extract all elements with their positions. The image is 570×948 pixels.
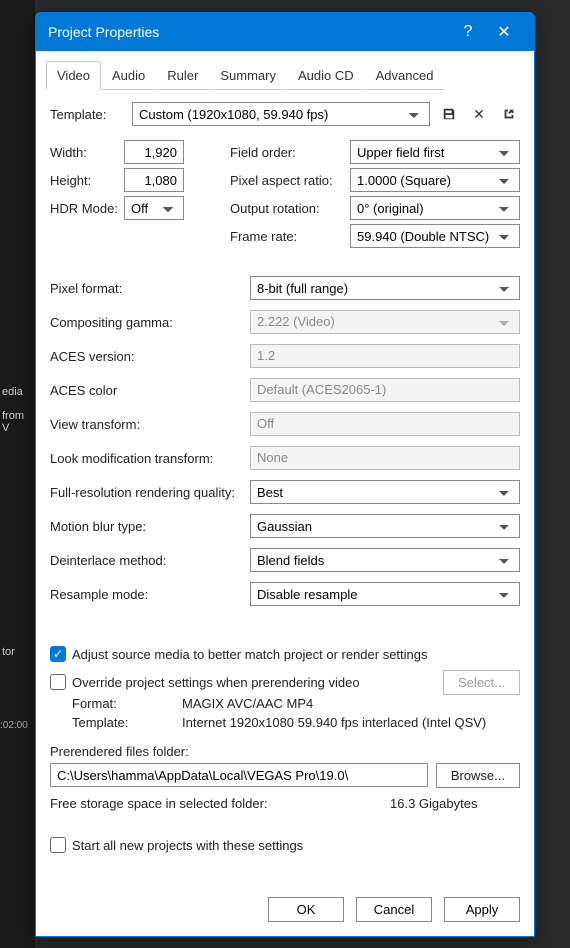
titlebar: Project Properties ? ✕ — [36, 13, 534, 51]
aces-color-label: ACES color — [50, 383, 250, 398]
tab-video[interactable]: Video — [46, 61, 101, 90]
apply-button[interactable]: Apply — [444, 897, 520, 922]
deinterlace-select[interactable]: Blend fields — [250, 548, 520, 572]
override-label: Override project settings when prerender… — [72, 675, 360, 690]
format-label: Format: — [72, 696, 182, 711]
prerender-folder-input[interactable] — [50, 763, 428, 787]
framerate-select[interactable]: 59.940 (Double NTSC) — [350, 224, 520, 248]
look-mod-label: Look modification transform: — [50, 451, 250, 466]
bg-text: from V — [0, 404, 35, 440]
select-button[interactable]: Select... — [443, 670, 520, 695]
free-space-value: 16.3 Gigabytes — [390, 796, 520, 811]
width-label: Width: — [50, 145, 124, 160]
template-select[interactable]: Custom (1920x1080, 59.940 fps) — [132, 102, 430, 126]
render-quality-label: Full-resolution rendering quality: — [50, 485, 250, 500]
height-label: Height: — [50, 173, 124, 188]
ok-button[interactable]: OK — [268, 897, 344, 922]
resample-select[interactable]: Disable resample — [250, 582, 520, 606]
field-order-select[interactable]: Upper field first — [350, 140, 520, 164]
match-media-icon[interactable] — [498, 103, 520, 125]
view-transform-label: View transform: — [50, 417, 250, 432]
dialog-title: Project Properties — [48, 24, 450, 40]
par-label: Pixel aspect ratio: — [230, 173, 350, 188]
deinterlace-label: Deinterlace method: — [50, 553, 250, 568]
prerender-template-value: Internet 1920x1080 59.940 fps interlaced… — [182, 715, 486, 730]
par-select[interactable]: 1.0000 (Square) — [350, 168, 520, 192]
render-quality-select[interactable]: Best — [250, 480, 520, 504]
project-properties-dialog: Project Properties ? ✕ Video Audio Ruler… — [35, 12, 535, 937]
view-transform-value: Off — [250, 412, 520, 436]
gamma-select: 2.222 (Video) — [250, 310, 520, 334]
help-button[interactable]: ? — [450, 23, 486, 41]
tab-audio-cd[interactable]: Audio CD — [287, 61, 365, 90]
format-value: MAGIX AVC/AAC MP4 — [182, 696, 313, 711]
field-order-label: Field order: — [230, 145, 350, 160]
aces-version-value: 1.2 — [250, 344, 520, 368]
resample-label: Resample mode: — [50, 587, 250, 602]
height-input[interactable] — [124, 168, 184, 192]
close-button[interactable]: ✕ — [486, 22, 522, 42]
framerate-label: Frame rate: — [230, 229, 350, 244]
dialog-body: Template: Custom (1920x1080, 59.940 fps)… — [36, 90, 534, 871]
browse-button[interactable]: Browse... — [436, 763, 520, 788]
start-all-checkbox[interactable] — [50, 837, 66, 853]
gamma-label: Compositing gamma: — [50, 315, 250, 330]
tab-strip: Video Audio Ruler Summary Audio CD Advan… — [36, 51, 534, 90]
free-space-label: Free storage space in selected folder: — [50, 796, 390, 811]
timeline-time: :02:00 — [0, 720, 28, 731]
save-template-icon[interactable] — [438, 103, 460, 125]
tab-ruler[interactable]: Ruler — [156, 61, 209, 90]
background-panel: edia from V tor — [0, 0, 35, 948]
override-checkbox[interactable] — [50, 674, 66, 690]
bg-text: edia — [0, 380, 35, 404]
pixel-format-select[interactable]: 8-bit (full range) — [250, 276, 520, 300]
prerender-folder-label: Prerendered files folder: — [50, 744, 520, 759]
rotation-select[interactable]: 0° (original) — [350, 196, 520, 220]
motion-blur-select[interactable]: Gaussian — [250, 514, 520, 538]
hdr-label: HDR Mode: — [50, 201, 124, 216]
motion-blur-label: Motion blur type: — [50, 519, 250, 534]
prerender-template-label: Template: — [72, 715, 182, 730]
rotation-label: Output rotation: — [230, 201, 350, 216]
tab-audio[interactable]: Audio — [101, 61, 156, 90]
start-all-label: Start all new projects with these settin… — [72, 838, 303, 853]
pixel-format-label: Pixel format: — [50, 281, 250, 296]
adjust-source-checkbox[interactable]: ✓ — [50, 646, 66, 662]
dialog-buttons: OK Cancel Apply — [36, 887, 534, 936]
adjust-source-label: Adjust source media to better match proj… — [72, 647, 428, 662]
template-label: Template: — [50, 107, 124, 122]
aces-version-label: ACES version: — [50, 349, 250, 364]
hdr-select[interactable]: Off — [124, 196, 184, 220]
look-mod-value: None — [250, 446, 520, 470]
bg-text: tor — [0, 640, 35, 664]
cancel-button[interactable]: Cancel — [356, 897, 432, 922]
tab-advanced[interactable]: Advanced — [365, 61, 445, 90]
width-input[interactable] — [124, 140, 184, 164]
aces-color-value: Default (ACES2065-1) — [250, 378, 520, 402]
tab-summary[interactable]: Summary — [209, 61, 287, 90]
delete-template-icon[interactable]: ✕ — [468, 103, 490, 125]
